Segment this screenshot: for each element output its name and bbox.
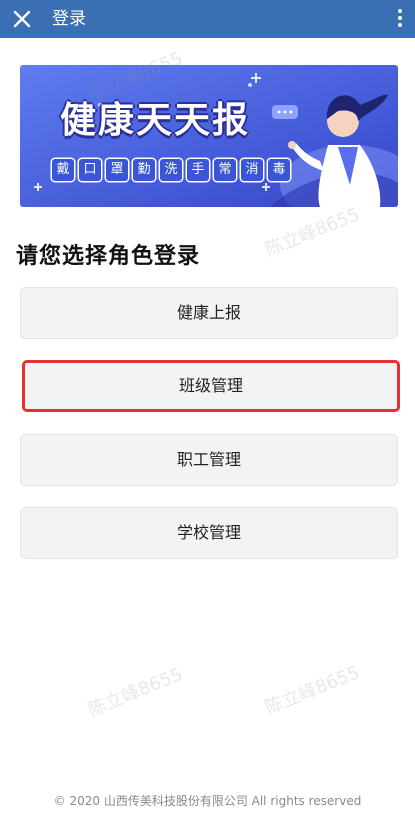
slogan-char: 口	[79, 159, 101, 181]
watermark: 陈立峰8655	[85, 663, 186, 721]
watermark: 陈立峰8655	[262, 203, 363, 261]
slogan-char: 勤	[133, 159, 155, 181]
slogan-char: 消	[241, 159, 263, 181]
slogan-char: 罩	[106, 159, 128, 181]
slogan-char: 戴	[52, 159, 74, 181]
role-button-health-report[interactable]: 健康上报	[20, 287, 398, 339]
role-button-staff-management[interactable]: 职工管理	[20, 434, 398, 486]
copyright-footer: © 2020 山西传美科技股份有限公司 All rights reserved	[53, 794, 362, 808]
slogan-char: 毒	[268, 159, 290, 181]
banner-title: 健康天天报	[60, 100, 251, 141]
role-select-heading: 请您选择角色登录	[16, 244, 201, 269]
role-button-class-management[interactable]: 班级管理	[22, 360, 400, 412]
page-title: 登录	[52, 9, 86, 29]
role-button-school-management[interactable]: 学校管理	[20, 507, 398, 559]
watermark: 陈立峰8655	[262, 661, 363, 719]
slogan-char: 洗	[160, 159, 182, 181]
health-report-banner: 健康天天报 戴 口 罩 勤 洗 手 常 消 毒	[20, 65, 398, 207]
more-vertical-icon[interactable]	[393, 6, 407, 32]
slogan-char: 常	[214, 159, 236, 181]
slogan-char: 手	[187, 159, 209, 181]
close-icon[interactable]	[10, 7, 34, 31]
top-bar: 登录	[0, 0, 415, 38]
banner-slogan: 戴 口 罩 勤 洗 手 常 消 毒	[52, 159, 290, 181]
